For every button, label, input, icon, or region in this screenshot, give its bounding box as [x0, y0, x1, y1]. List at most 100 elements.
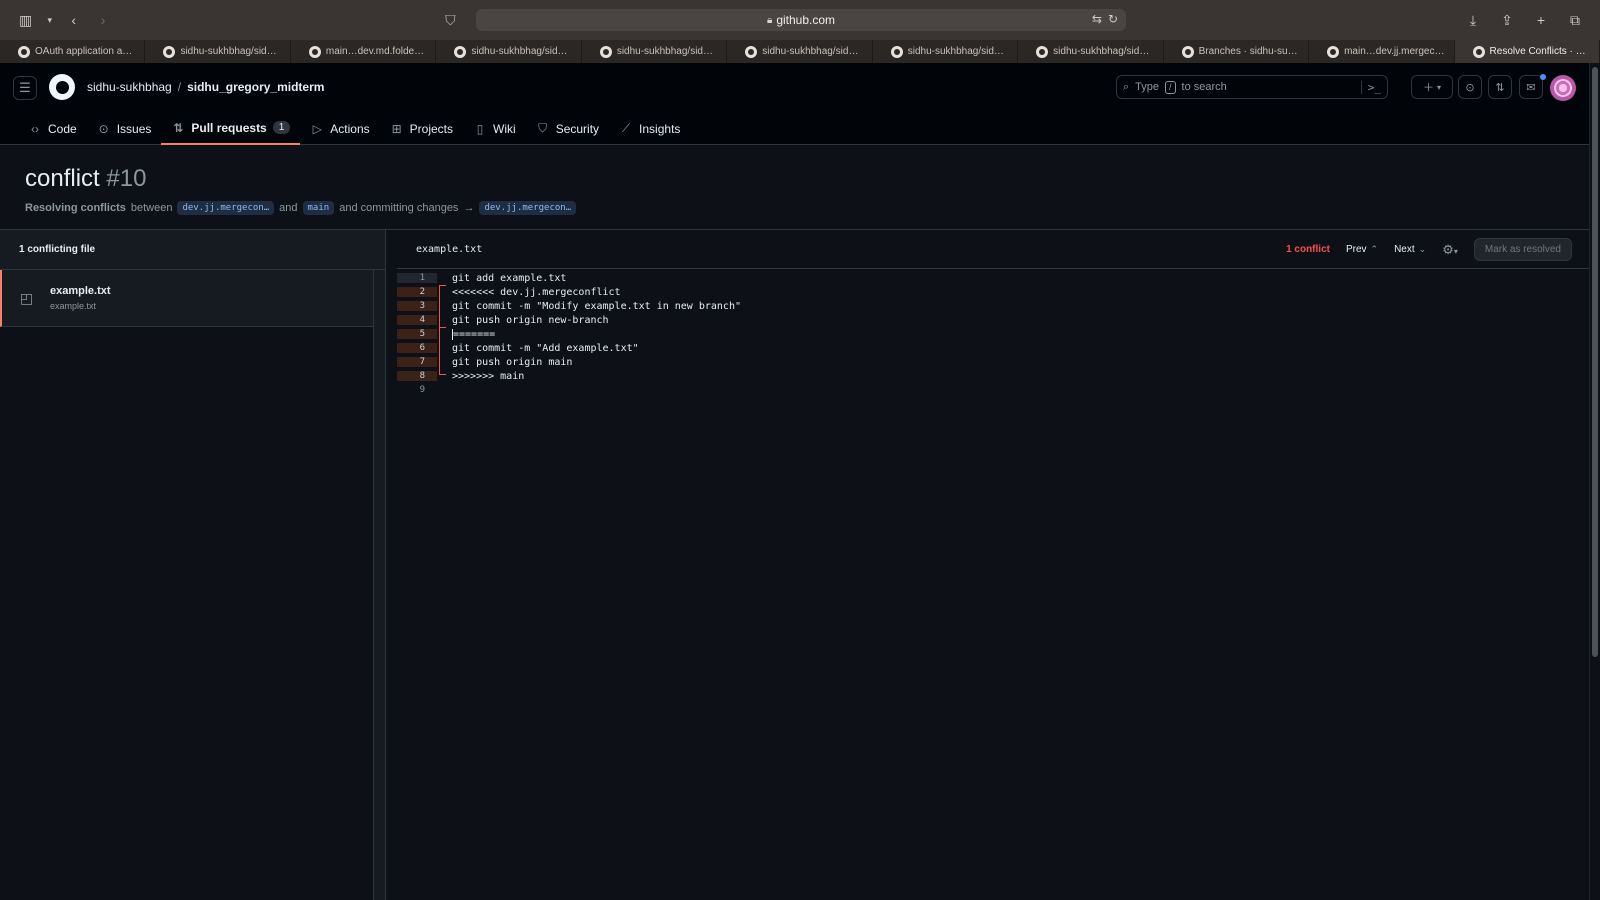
- tab-projects[interactable]: ⊞ Projects: [380, 114, 463, 143]
- browser-right-controls: ⤓ ⇪ + ⧉: [1462, 9, 1586, 31]
- sidebar-scrollbar[interactable]: [373, 270, 385, 900]
- conflicting-file-item[interactable]: ◰ example.txt example.txt: [0, 270, 385, 327]
- line-number: 7: [397, 357, 437, 367]
- repo-owner-link[interactable]: sidhu-sukhbhag: [87, 80, 172, 94]
- new-tab-icon[interactable]: +: [1530, 9, 1552, 31]
- forward-icon[interactable]: ›: [93, 9, 112, 31]
- downloads-icon[interactable]: ⤓: [1462, 9, 1484, 31]
- line-number: 2: [397, 287, 437, 297]
- tab-pull-requests[interactable]: ⇅ Pull requests 1: [161, 114, 301, 145]
- prev-conflict-button[interactable]: Prev ⌃: [1346, 244, 1378, 255]
- gear-icon[interactable]: ⚙︎▾: [1442, 242, 1458, 258]
- search-placeholder-post: to search: [1181, 81, 1227, 93]
- line-text: <<<<<<< dev.jj.mergeconflict: [452, 286, 621, 298]
- tab-label: sidhu-sukhbhag/sidh…: [616, 46, 719, 57]
- tab-label: main…dev.jj.mergec…: [1344, 46, 1445, 57]
- breadcrumb-separator: /: [177, 80, 182, 94]
- github-favicon-icon: [1327, 45, 1340, 58]
- line-number: 6: [397, 343, 437, 353]
- code-line: 5 =======: [397, 327, 1589, 341]
- browser-tab[interactable]: sidhu-sukhbhag/sidh…: [582, 40, 728, 63]
- tab-code[interactable]: ‹› Code: [18, 114, 87, 143]
- subtitle-committing: and committing changes: [339, 202, 459, 214]
- browser-tab[interactable]: sidhu-sukhbhag/sidh…: [1018, 40, 1164, 63]
- target-branch-label[interactable]: dev.jj.mergecon…: [479, 201, 577, 215]
- tab-wiki[interactable]: ▯ Wiki: [463, 114, 526, 143]
- browser-tab[interactable]: main…dev.jj.mergec…: [1309, 40, 1455, 63]
- tab-label: Projects: [409, 121, 454, 136]
- tab-overview-icon[interactable]: ⧉: [1564, 9, 1586, 31]
- create-new-button[interactable]: ＋ ▾: [1411, 75, 1453, 99]
- code-area[interactable]: 1 git add example.txt 2 <<<<<<< dev.jj.mer…: [397, 269, 1589, 397]
- browser-tab-active[interactable]: Resolve Conflicts · P…: [1454, 40, 1600, 63]
- base-branch-label[interactable]: main: [302, 201, 335, 215]
- search-placeholder-pre: Type: [1135, 81, 1160, 93]
- line-number: 3: [397, 301, 437, 311]
- chevron-down-icon: ▾: [1437, 82, 1442, 92]
- code-line: 6 git commit -m "Add example.txt": [397, 341, 1589, 355]
- tab-issues[interactable]: ⊙ Issues: [87, 114, 162, 143]
- translate-icon[interactable]: ⇆: [1092, 12, 1102, 26]
- browser-tab[interactable]: sidhu-sukhbhag/sidh…: [145, 40, 291, 63]
- tab-security[interactable]: ⛉ Security: [526, 114, 609, 143]
- pull-request-icon: ⇅: [173, 120, 184, 135]
- tab-label: Code: [48, 121, 77, 136]
- scrollbar-thumb[interactable]: [1592, 67, 1598, 657]
- next-conflict-button[interactable]: Next ⌄: [1394, 244, 1426, 255]
- pull-requests-icon[interactable]: ⇅: [1488, 75, 1512, 99]
- avatar[interactable]: [1550, 75, 1576, 101]
- chevron-down-icon[interactable]: ▾: [45, 9, 54, 31]
- address-bar[interactable]: 🔒︎ github.com ⇆ ↻: [476, 9, 1126, 31]
- search-shortcut-key: /: [1165, 80, 1176, 94]
- tab-actions[interactable]: ▷ Actions: [300, 114, 379, 143]
- browser-tab[interactable]: sidhu-sukhbhag/sidh…: [873, 40, 1019, 63]
- issues-icon[interactable]: ⊙: [1458, 75, 1482, 99]
- chevron-down-icon: ⌄: [1418, 244, 1427, 254]
- back-icon[interactable]: ‹: [64, 9, 83, 31]
- code-line: 3 git commit -m "Modify example.txt in ne…: [397, 299, 1589, 313]
- inbox-icon[interactable]: ✉: [1519, 75, 1543, 99]
- subtitle-between: between: [130, 202, 173, 214]
- tab-insights[interactable]: ⟋ Insights: [609, 114, 690, 143]
- next-label: Next: [1394, 244, 1415, 255]
- share-icon[interactable]: ⇪: [1496, 9, 1518, 31]
- tab-label: OAuth application au…: [35, 46, 137, 57]
- play-icon: ▷: [312, 121, 322, 136]
- file-diff-icon: ◰: [20, 289, 34, 306]
- tab-label: sidhu-sukhbhag/sidh…: [1053, 46, 1155, 57]
- github-favicon-icon: [18, 45, 30, 58]
- mark-as-resolved-button[interactable]: Mark as resolved: [1473, 238, 1572, 261]
- file-path: example.txt: [50, 301, 97, 311]
- tab-label: sidhu-sukhbhag/sidh…: [762, 46, 864, 57]
- browser-tab[interactable]: sidhu-sukhbhag/sidh…: [436, 40, 582, 63]
- command-palette-icon[interactable]: >_: [1360, 80, 1381, 94]
- privacy-shield-icon[interactable]: ⛉: [441, 9, 460, 31]
- tab-label: sidhu-sukhbhag/sidh…: [907, 46, 1010, 57]
- repo-breadcrumb: sidhu-sukhbhag / sidhu_gregory_midterm: [87, 80, 324, 94]
- tab-label: Insights: [639, 121, 681, 136]
- browser-tab[interactable]: Branches · sidhu-suk…: [1164, 40, 1310, 63]
- browser-tab[interactable]: sidhu-sukhbhag/sidh…: [727, 40, 873, 63]
- lock-icon: 🔒︎: [766, 14, 773, 26]
- search-input[interactable]: ⌕ Type / to search >_: [1116, 75, 1388, 99]
- browser-tab[interactable]: main…dev.md.folders…: [291, 40, 437, 63]
- browser-tab[interactable]: OAuth application au…: [0, 40, 146, 63]
- tab-label: Pull requests: [191, 120, 267, 135]
- repo-name-link[interactable]: sidhu_gregory_midterm: [187, 80, 324, 94]
- page-scrollbar[interactable]: [1589, 63, 1600, 900]
- browser-left-controls: ▥ ▾ ‹ › ⛉: [0, 9, 460, 31]
- github-favicon-icon: [163, 45, 176, 58]
- sidebar-toggle-icon[interactable]: ▥: [16, 9, 35, 31]
- reload-icon[interactable]: ↻: [1108, 12, 1118, 26]
- pr-title-text: conflict: [25, 165, 100, 192]
- menu-icon[interactable]: ☰: [13, 76, 37, 100]
- conflicting-files-sidebar: 1 conflicting file ◰ example.txt example…: [0, 230, 386, 900]
- page-title: conflict #10: [25, 165, 146, 193]
- line-number: 5: [397, 329, 437, 339]
- code-icon: ‹›: [31, 121, 39, 136]
- line-number: 4: [397, 315, 437, 325]
- head-branch-label[interactable]: dev.jj.mergecon…: [177, 201, 275, 215]
- github-favicon-icon: [308, 45, 321, 58]
- github-logo-icon[interactable]: [49, 74, 75, 100]
- prev-label: Prev: [1345, 244, 1367, 255]
